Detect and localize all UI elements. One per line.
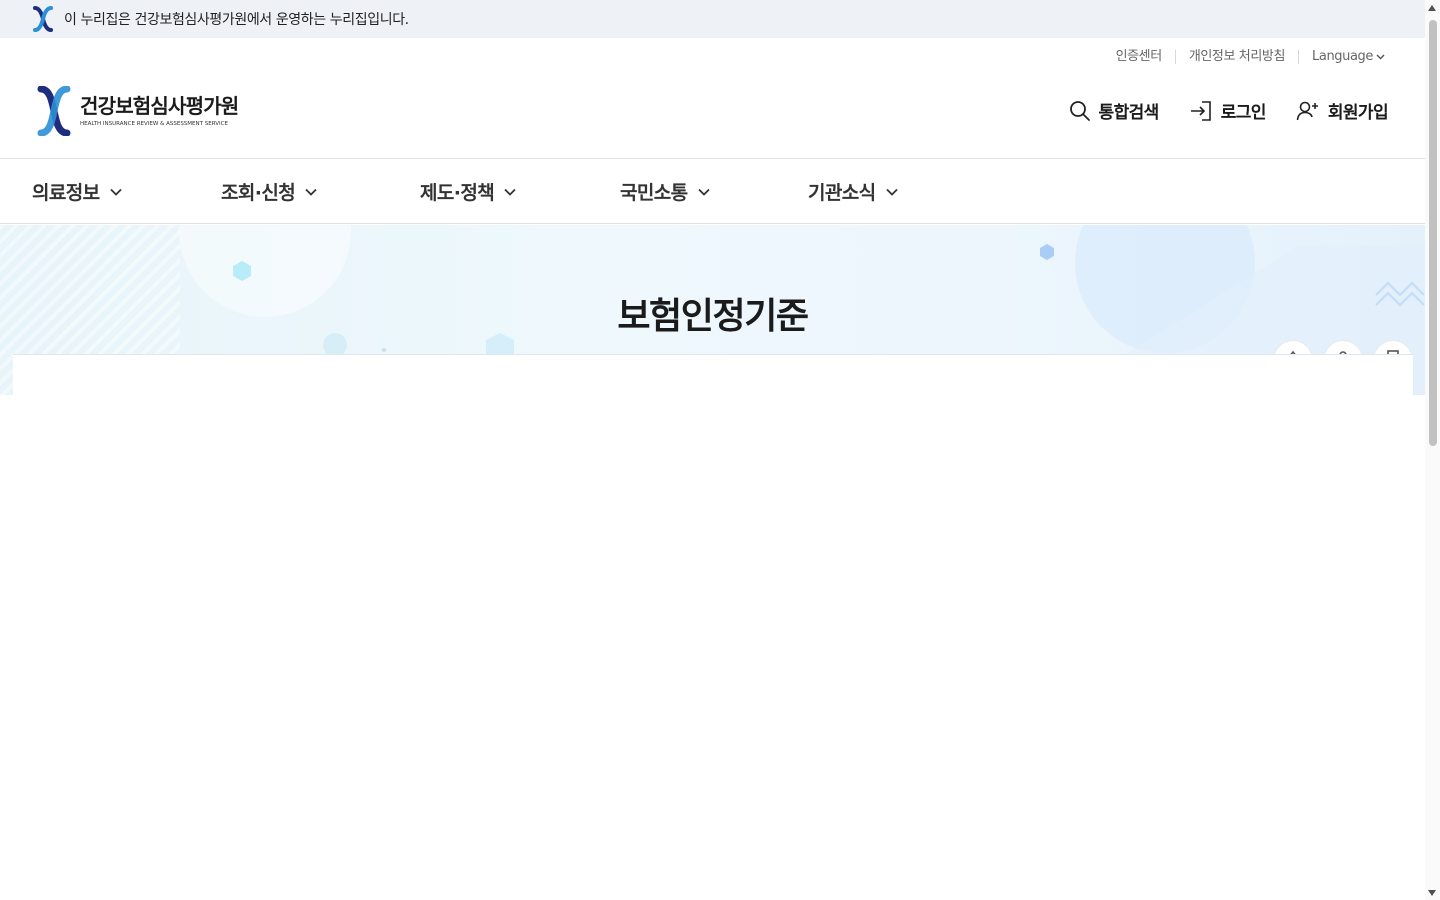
nav-item-communication[interactable]: 국민소통	[620, 178, 710, 205]
chevron-down-icon	[109, 188, 122, 196]
search-icon	[1069, 100, 1090, 121]
nav-item-policy[interactable]: 제도·정책	[420, 178, 516, 205]
nav-item-inquiry[interactable]: 조회·신청	[221, 178, 317, 205]
main-nav: 의료정보 조회·신청 제도·정책 국민소통 기관소식	[0, 158, 1425, 224]
scrollbar[interactable]	[1425, 0, 1440, 900]
page-title: 보험인정기준	[617, 296, 809, 337]
logo-name-ko: 건강보험심사평가원	[80, 94, 239, 118]
header-actions: 통합검색 로그인 회원가입	[1039, 98, 1389, 123]
chevron-down-icon	[697, 188, 710, 196]
privacy-policy-link[interactable]: 개인정보 처리방침	[1174, 50, 1298, 64]
chevron-down-icon	[885, 188, 898, 196]
nav-item-medical-info[interactable]: 의료정보	[32, 178, 122, 205]
page: 이 누리집은 건강보험심사평가원에서 운영하는 누리집입니다. 인증센터 개인정…	[0, 0, 1440, 900]
nav-item-label: 기관소식	[808, 182, 876, 204]
language-label: Language	[1312, 49, 1373, 64]
language-select[interactable]: Language	[1298, 50, 1385, 64]
nav-item-label: 조회·신청	[221, 182, 296, 204]
chevron-down-icon	[504, 188, 516, 196]
logo-name-en: HEALTH INSURANCE REVIEW & ASSESSMENT SER…	[80, 121, 228, 127]
nav-item-label: 국민소통	[620, 182, 688, 204]
nav-item-label: 제도·정책	[420, 182, 495, 204]
hira-logo-icon	[37, 86, 71, 136]
login-button[interactable]: 로그인	[1189, 98, 1266, 123]
chevron-down-icon	[1376, 54, 1385, 60]
search-button[interactable]: 통합검색	[1069, 98, 1159, 123]
chevron-down-icon	[305, 188, 317, 196]
scroll-down-arrow-icon[interactable]	[1428, 890, 1436, 896]
cert-center-link[interactable]: 인증센터	[1103, 50, 1175, 64]
signup-button[interactable]: 회원가입	[1296, 98, 1389, 123]
gov-banner: 이 누리집은 건강보험심사평가원에서 운영하는 누리집입니다.	[0, 0, 1425, 38]
nav-item-agency-news[interactable]: 기관소식	[808, 178, 898, 205]
signup-label: 회원가입	[1327, 103, 1389, 123]
search-label: 통합검색	[1098, 103, 1160, 123]
scroll-up-arrow-icon[interactable]	[1428, 5, 1436, 11]
content-area	[13, 354, 1413, 404]
nav-item-label: 의료정보	[32, 182, 100, 204]
login-label: 로그인	[1220, 103, 1267, 123]
scroll-thumb[interactable]	[1429, 20, 1437, 446]
site-logo[interactable]: 건강보험심사평가원 HEALTH INSURANCE REVIEW & ASSE…	[36, 86, 239, 136]
hira-mark-icon	[33, 6, 53, 32]
utility-links: 인증센터 개인정보 처리방침 Language	[1103, 50, 1385, 64]
gov-banner-text: 이 누리집은 건강보험심사평가원에서 운영하는 누리집입니다.	[64, 12, 409, 28]
login-icon	[1190, 100, 1211, 121]
add-user-icon	[1296, 101, 1318, 120]
